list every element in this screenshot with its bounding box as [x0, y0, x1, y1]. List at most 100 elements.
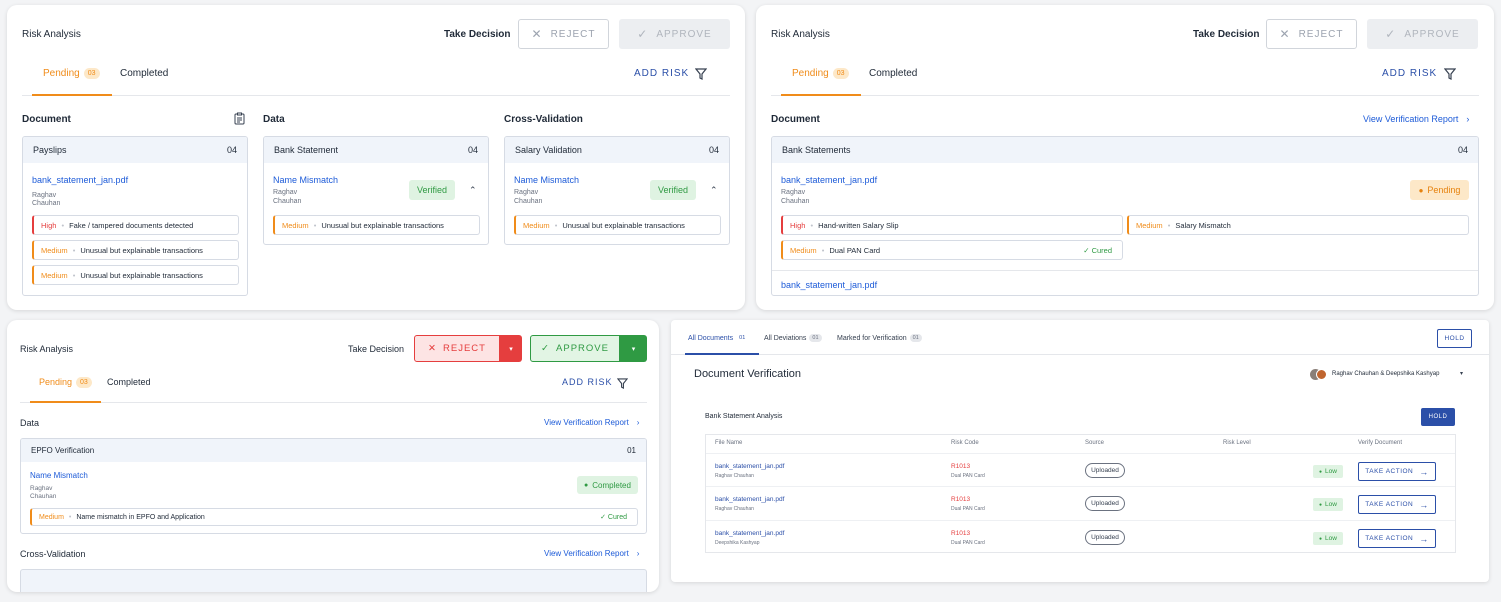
- col-header: Source: [1085, 440, 1105, 446]
- hold-button[interactable]: HOLD: [1421, 408, 1455, 426]
- take-action-button[interactable]: TAKE ACTION →: [1358, 462, 1436, 481]
- pending-count-badge: 03: [832, 68, 849, 79]
- name-mismatch-link[interactable]: Name Mismatch: [273, 175, 338, 185]
- name-mismatch-link[interactable]: Name Mismatch: [30, 471, 88, 480]
- chevron-up-icon[interactable]: ⌃: [469, 185, 477, 196]
- take-decision-label: Take Decision: [1193, 29, 1260, 40]
- filter-icon[interactable]: [1443, 67, 1457, 80]
- tab-all-deviations[interactable]: All Deviations 01: [764, 334, 822, 342]
- card-header: Bank Statement 04: [264, 137, 488, 163]
- analysis-title: Bank Statement Analysis: [705, 413, 783, 420]
- risk-code-desc: Dual PAN Card: [951, 473, 985, 479]
- tab-pending[interactable]: Pending 03: [39, 377, 92, 389]
- section-cross-title: Cross-Validation: [20, 549, 86, 559]
- name-mismatch-link[interactable]: Name Mismatch: [514, 175, 579, 185]
- tab-divider: [22, 95, 730, 96]
- file-link[interactable]: bank_statement_jan.pdf: [781, 175, 877, 185]
- add-risk-button[interactable]: ADD RISK: [1382, 68, 1437, 79]
- page-title: Risk Analysis: [20, 344, 74, 354]
- risk-code-desc: Dual PAN Card: [951, 506, 985, 512]
- risk-row: High • Hand-written Salary Slip: [781, 215, 1123, 235]
- file-link[interactable]: bank_statement_jan.pdf: [715, 496, 784, 503]
- cured-label: ✓ Cured: [600, 514, 627, 521]
- tab-divider: [771, 95, 1479, 96]
- filter-icon[interactable]: [616, 376, 629, 389]
- table-row: bank_statement_jan.pdf Raghav Chauhan R1…: [706, 486, 1455, 520]
- file-link[interactable]: bank_statement_jan.pdf: [715, 530, 784, 537]
- tab-active-indicator: [781, 94, 861, 96]
- tab-completed[interactable]: Completed: [107, 377, 151, 387]
- tab-pending[interactable]: Pending 03: [43, 68, 100, 79]
- approve-dropdown-toggle[interactable]: ▾: [620, 335, 647, 362]
- take-action-button[interactable]: TAKE ACTION →: [1358, 529, 1436, 548]
- risk-analysis-panel-3: Risk Analysis Take Decision ✕ REJECT ▾ ✓ A…: [7, 320, 659, 592]
- add-risk-button[interactable]: ADD RISK: [634, 68, 689, 79]
- table-row: bank_statement_jan.pdf Raghav Chauhan R1…: [706, 453, 1455, 486]
- owner-first: Raghav: [514, 189, 539, 196]
- bank-statements-card: Bank Statements 04 bank_statement_jan.pdf…: [771, 136, 1479, 296]
- tab-completed[interactable]: Completed: [869, 68, 917, 79]
- row-divider: [772, 270, 1478, 271]
- bank-statement-card: Bank Statement 04 Name Mismatch Raghav Ch…: [263, 136, 489, 245]
- tab-completed[interactable]: Completed: [120, 68, 168, 79]
- users-label: Raghav Chauhan & Deepshika Kashyap: [1332, 371, 1440, 377]
- tab-all-documents[interactable]: All Documents 01: [688, 334, 749, 342]
- owner-first: Raghav: [32, 192, 57, 199]
- risk-code: R1013: [951, 496, 971, 503]
- table-row: bank_statement_jan.pdf Deepshika Kashyap…: [706, 520, 1455, 552]
- clipboard-icon[interactable]: [234, 112, 245, 125]
- file-owner: Raghav Chauhan: [715, 506, 754, 512]
- reject-button[interactable]: ✕ REJECT: [518, 19, 609, 49]
- arrow-right-icon: →: [1419, 533, 1429, 544]
- add-risk-button[interactable]: ADD RISK: [562, 377, 613, 387]
- hold-button-top[interactable]: HOLD: [1437, 329, 1472, 348]
- file-link[interactable]: bank_statement_jan.pdf: [781, 280, 877, 290]
- reject-button[interactable]: ✕ REJECT: [1266, 19, 1357, 49]
- file-link[interactable]: bank_statement_jan.pdf: [715, 463, 784, 470]
- risk-row: Medium • Unusual but explainable transacti…: [273, 215, 480, 235]
- take-action-button[interactable]: TAKE ACTION →: [1358, 495, 1436, 514]
- analysis-table: File Name Risk Code Source Risk Level Ve…: [705, 434, 1456, 553]
- chevron-down-icon[interactable]: ▾: [1460, 370, 1463, 377]
- risk-row: Medium • Unusual but explainable transacti…: [32, 240, 239, 260]
- approve-button[interactable]: ✓ APPROVE: [1367, 19, 1478, 49]
- file-link[interactable]: bank_statement_jan.pdf: [32, 175, 128, 185]
- verified-badge: Verified: [409, 180, 455, 200]
- tab-marked-for-verification[interactable]: Marked for Verification 01: [837, 334, 922, 342]
- owner-first: Raghav: [30, 485, 53, 492]
- tab-active-indicator: [685, 353, 759, 355]
- owner-last: Chauhan: [30, 493, 57, 500]
- owner-last: Chauhan: [32, 200, 61, 207]
- chevron-up-icon[interactable]: ⌃: [710, 185, 718, 196]
- cured-label: ✓ Cured: [1083, 245, 1112, 255]
- chevron-right-icon: ›: [1466, 114, 1470, 124]
- arrow-right-icon: →: [1419, 466, 1429, 477]
- reject-button[interactable]: ✕ REJECT ▾: [414, 335, 522, 362]
- risk-row: Medium • Unusual but explainable transacti…: [514, 215, 721, 235]
- view-report-link[interactable]: View Verification Report ›: [544, 549, 639, 558]
- card-header: Payslips 04: [23, 137, 247, 163]
- view-report-link[interactable]: View Verification Report ›: [1363, 114, 1469, 124]
- check-icon: ✓: [1385, 27, 1397, 41]
- tab-pending[interactable]: Pending 03: [792, 68, 849, 79]
- check-icon: ✓: [637, 27, 649, 41]
- tab-divider: [20, 402, 647, 403]
- close-icon: ✕: [1279, 27, 1291, 41]
- tab-active-indicator: [32, 94, 112, 96]
- column-cross-title: Cross-Validation: [504, 114, 583, 125]
- pending-badge: ● Pending: [1410, 180, 1469, 200]
- arrow-right-icon: →: [1419, 499, 1429, 510]
- epfo-verification-card: EPFO Verification 01 Name Mismatch Raghav…: [20, 438, 647, 534]
- approve-button[interactable]: ✓ APPROVE: [619, 19, 730, 49]
- view-report-link[interactable]: View Verification Report ›: [544, 418, 639, 427]
- risk-row: Medium • Salary Mismatch: [1127, 215, 1469, 235]
- approve-button[interactable]: ✓ APPROVE ▾: [530, 335, 647, 362]
- reject-dropdown-toggle[interactable]: ▾: [500, 335, 522, 362]
- close-icon: ✕: [428, 343, 437, 354]
- tab-active-indicator: [30, 401, 101, 403]
- filter-icon[interactable]: [694, 67, 708, 80]
- card-header: EPFO Verification 01: [21, 439, 646, 462]
- owner-first: Raghav: [781, 189, 806, 196]
- owner-last: Chauhan: [273, 198, 302, 205]
- risk-analysis-panel-1: Risk Analysis Take Decision ✕ REJECT ✓ APP…: [7, 5, 745, 310]
